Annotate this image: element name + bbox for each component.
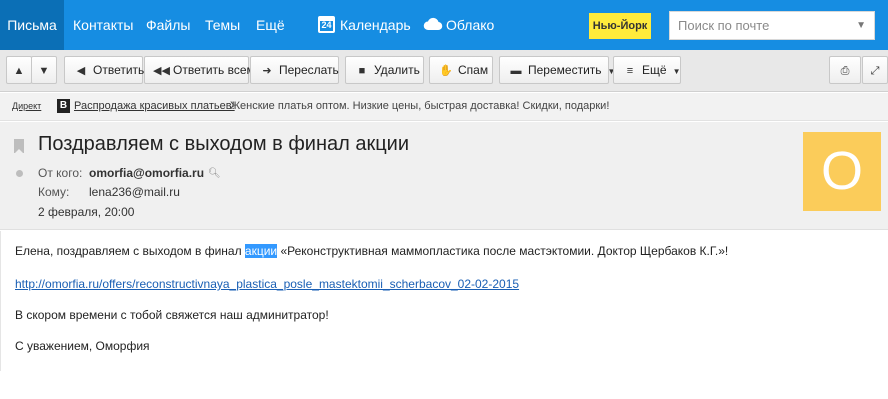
print-icon: ⎙ [840,65,850,77]
read-status-icon[interactable] [16,170,23,177]
print-button[interactable]: ⎙ [829,56,861,84]
message-body: Елена, поздравляем с выходом в финал акц… [0,231,888,399]
prev-message-button[interactable]: ▲ [6,56,32,84]
search-dropdown-icon[interactable]: ▼ [856,20,866,31]
body-signature: С уважением, Оморфия [15,339,150,353]
nav-item-calendar[interactable]: Календарь [340,0,411,50]
message-header: Поздравляем с выходом в финал акции От к… [0,122,888,230]
body-paragraph-1-start: Елена, поздравляем с выходом в финал [15,244,245,258]
nav-item-files[interactable]: Файлы [146,0,190,50]
forward-button[interactable]: ➜ Переслать [250,56,339,84]
from-label: От кого: [38,166,83,180]
ad-direct-label[interactable]: Директ [12,93,41,119]
message-date: 2 февраля, 20:00 [38,205,135,219]
to-address[interactable]: lena236@mail.ru [89,185,180,199]
reply-icon: ◀ [76,65,86,77]
search-input[interactable] [678,12,848,39]
forward-label: Переслать [279,63,339,77]
calendar-icon[interactable]: 24 [318,16,335,33]
more-label: Ещё [642,63,667,77]
nav-item-letters[interactable]: Письма [0,0,64,50]
chevron-down-icon: ▼ [672,67,681,76]
reply-label: Ответить [93,63,145,77]
reply-all-label: Ответить всем [173,63,255,77]
arrow-up-icon: ▲ [13,65,25,77]
nav-item-themes[interactable]: Темы [205,0,240,50]
body-paragraph-1: Елена, поздравляем с выходом в финал акц… [15,244,728,258]
reply-all-button[interactable]: ◀◀ Ответить всем [144,56,255,84]
folder-icon: ▬ [510,65,522,77]
nav-item-contacts[interactable]: Контакты [73,0,133,50]
divider [0,231,1,371]
thumb-down-icon: ✋ [439,65,453,77]
message-subject: Поздравляем с выходом в финал акции [38,133,410,155]
city-badge[interactable]: Нью-Йорк [589,13,651,39]
expand-button[interactable]: ⤢ [862,56,888,84]
ad-link[interactable]: Распродажа красивых платьев! [74,93,235,119]
arrow-down-icon: ▼ [38,65,50,77]
delete-button[interactable]: ■ Удалить [345,56,424,84]
trash-icon: ■ [358,65,366,77]
search-box[interactable]: ▼ [669,11,875,40]
magnifier-icon[interactable]: 🔍︎ [208,168,221,179]
move-label: Переместить [528,63,602,77]
offer-link[interactable]: http://omorfia.ru/offers/reconstructivna… [15,277,519,291]
ad-strip: Директ В Распродажа красивых платьев! Же… [0,93,888,121]
from-address[interactable]: omorfia@omorfia.ru [89,166,204,180]
message-toolbar: ▲ ▼ ◀ Ответить ◀◀ Ответить всем ➜ Переслать… [0,50,888,92]
move-button[interactable]: ▬ Переместить ▼ [499,56,615,84]
spam-label: Спам [458,63,489,77]
body-paragraph-1-end: «Реконструктивная маммопластика после ма… [277,244,729,258]
highlighted-word: акции [244,244,278,258]
reply-all-icon: ◀◀ [153,65,170,77]
nav-item-cloud[interactable]: Облако [446,0,494,50]
reply-button[interactable]: ◀ Ответить [64,56,145,84]
top-nav-bar: Письма Контакты Файлы Темы Ещё 24 Календ… [0,0,888,50]
bookmark-icon[interactable] [14,139,24,154]
calendar-day: 24 [321,20,332,30]
more-button[interactable]: ≡ Ещё ▼ [613,56,681,84]
spam-button[interactable]: ✋ Спам [429,56,493,84]
body-paragraph-2: В скором времени с тобой свяжется наш ад… [15,308,329,322]
sender-avatar: O [803,132,881,211]
ad-text[interactable]: Женские платья оптом. Низкие цены, быстр… [230,93,609,119]
next-message-button[interactable]: ▼ [31,56,57,84]
body-link-line: http://omorfia.ru/offers/reconstructivna… [15,277,519,291]
expand-icon: ⤢ [870,65,880,77]
forward-icon: ➜ [262,65,272,77]
menu-icon: ≡ [626,65,634,77]
nav-item-more[interactable]: Ещё [256,0,285,50]
cloud-icon[interactable] [423,16,443,31]
delete-label: Удалить [374,63,420,77]
ad-logo[interactable]: В [57,99,70,113]
to-label: Кому: [38,185,70,199]
